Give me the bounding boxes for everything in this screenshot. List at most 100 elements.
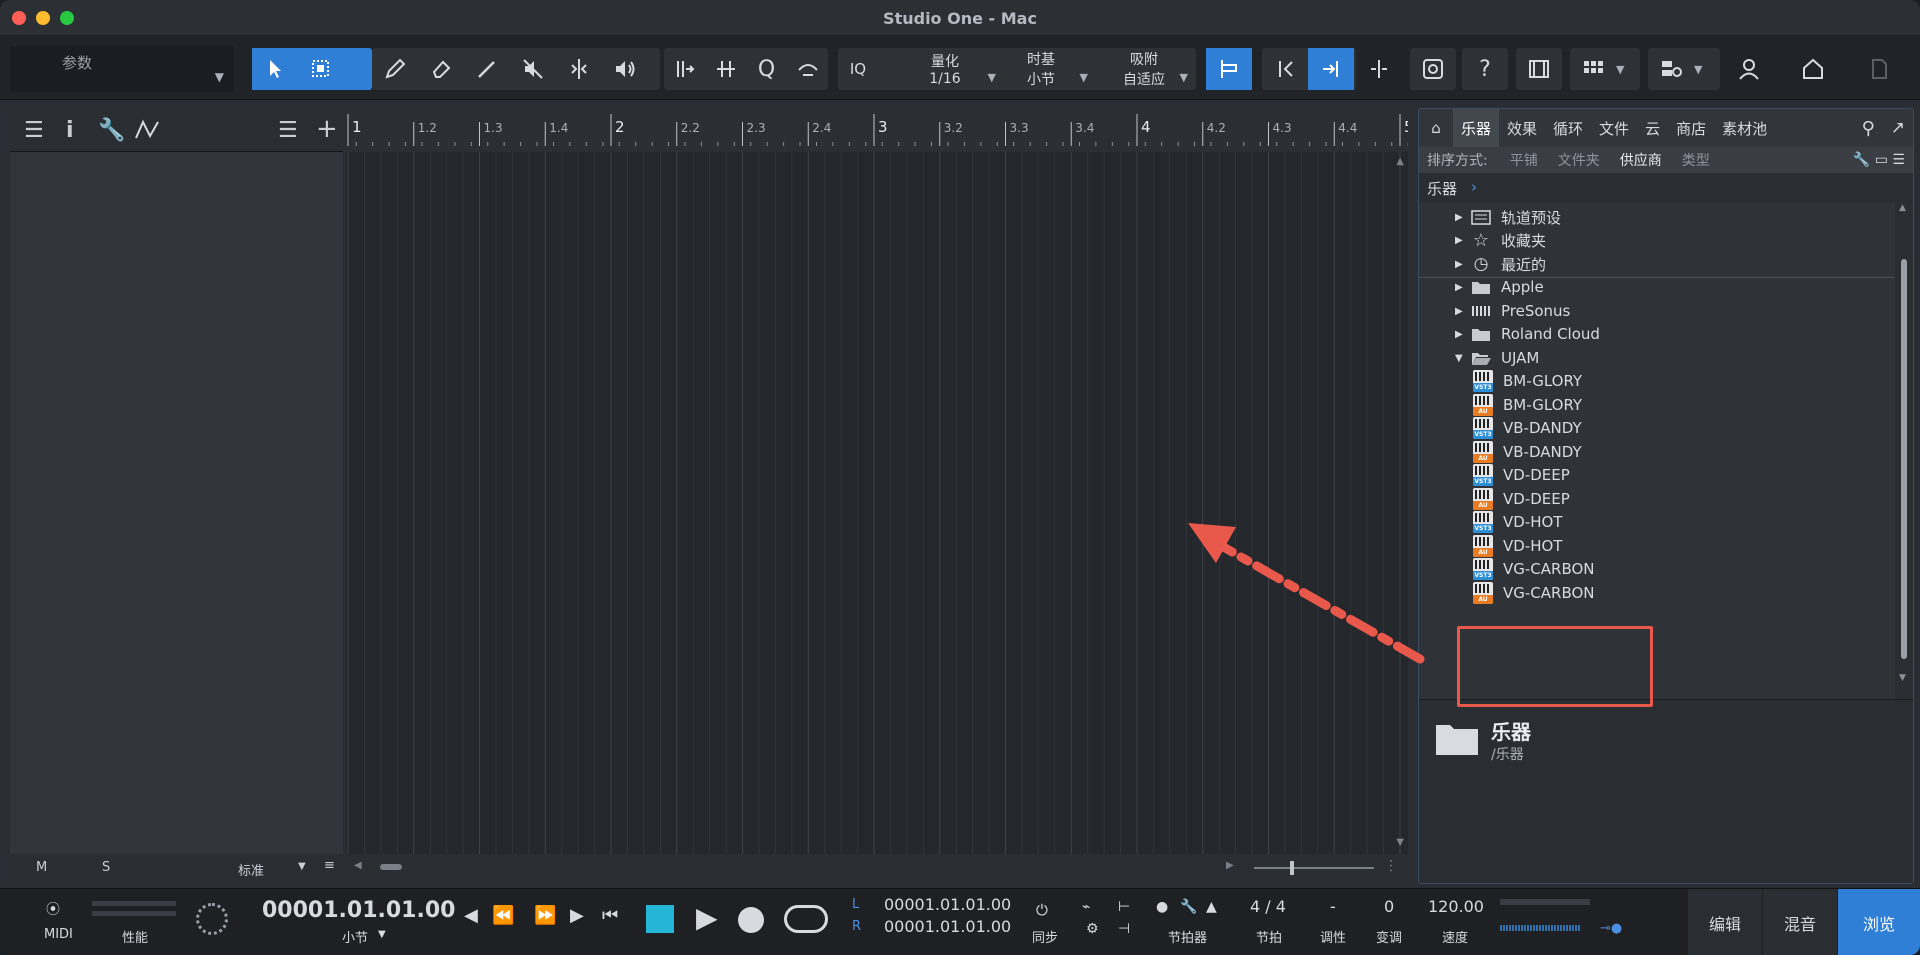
arrange-view[interactable]: ▲ ▼: [346, 152, 1408, 854]
info-icon[interactable]: i: [66, 118, 74, 143]
tab-browse[interactable]: 浏览: [1838, 889, 1920, 955]
menu-icon[interactable]: ≡: [324, 858, 335, 873]
eraser-icon[interactable]: [418, 48, 464, 90]
quantize-q-icon[interactable]: Q: [746, 48, 787, 90]
list-icon[interactable]: ☰: [24, 118, 44, 143]
timeline-ruler[interactable]: 1 1.2 1.3 1.4 2 2.2 2.3 2.4 3 3.2 3.3 3.4 4 4.2 4.3 4.4…: [346, 112, 1414, 152]
tempo-value[interactable]: 120.00: [1428, 897, 1484, 916]
toggle-icon[interactable]: ⊸●: [1600, 921, 1622, 936]
plugin-item[interactable]: AU VG-CARBON: [1471, 579, 1595, 607]
browser-scrollbar[interactable]: ▲ ▼: [1897, 203, 1911, 699]
snap-selector[interactable]: 吸附 自适应 ▼: [1106, 48, 1188, 90]
tab-cloud[interactable]: 云: [1637, 109, 1668, 147]
browser-home-icon[interactable]: ⌂: [1419, 109, 1453, 147]
paint-tool-icon[interactable]: [464, 48, 510, 90]
automation-icon[interactable]: [134, 118, 164, 148]
horizontal-scrollbar[interactable]: ◀ ▶ ⋮: [346, 856, 1408, 880]
snap-to-grid-button[interactable]: [1206, 48, 1252, 90]
loop-start[interactable]: 00001.01.01.00: [884, 895, 1011, 914]
split-tool-icon[interactable]: [556, 48, 602, 90]
scroll-down-icon[interactable]: ▼: [1396, 837, 1404, 848]
play-button[interactable]: ▶: [696, 901, 718, 934]
view-options-icon[interactable]: 🔧 ▭ ☰: [1853, 152, 1905, 168]
split-cursor-icon[interactable]: [1356, 48, 1402, 90]
help-button[interactable]: ?: [1462, 48, 1508, 90]
tab-effects[interactable]: 效果: [1499, 109, 1545, 147]
autoscroll-back-icon[interactable]: [1262, 48, 1308, 90]
parameter-box[interactable]: 参数 ▼: [10, 46, 234, 92]
precount-icon[interactable]: ⌁: [1082, 899, 1090, 915]
rewind-icon[interactable]: ⏪: [492, 905, 514, 926]
scroll-down-icon[interactable]: ▼: [1899, 673, 1906, 683]
punch-icon[interactable]: ⊣: [1118, 921, 1130, 937]
sort-vendor[interactable]: 供应商: [1620, 150, 1662, 170]
time-display[interactable]: 00001.01.01.00: [262, 898, 455, 923]
home-icon[interactable]: [1790, 48, 1836, 90]
settings-icon[interactable]: ⚙: [1086, 921, 1099, 937]
tab-loops[interactable]: 循环: [1545, 109, 1591, 147]
scroll-right-icon[interactable]: ▶: [1226, 860, 1234, 871]
solo-button[interactable]: S: [102, 860, 110, 875]
zoom-slider[interactable]: [1254, 867, 1374, 869]
bend-marker-icon[interactable]: [664, 48, 705, 90]
pencil-icon[interactable]: [372, 48, 418, 90]
stop-button[interactable]: [646, 905, 674, 933]
tab-files[interactable]: 文件: [1591, 109, 1637, 147]
loop-end[interactable]: 00001.01.01.00: [884, 917, 1011, 936]
tab-pool[interactable]: 素材池: [1714, 109, 1775, 147]
return-to-zero-icon[interactable]: ⏮: [602, 905, 618, 926]
scroll-thumb[interactable]: [380, 864, 402, 870]
next-marker-icon[interactable]: ▶: [570, 905, 584, 926]
time-unit[interactable]: 小节: [342, 927, 368, 946]
scroll-thumb[interactable]: [1901, 259, 1907, 659]
power-icon[interactable]: ⏻: [1036, 901, 1048, 919]
sort-flat[interactable]: 平铺: [1510, 150, 1538, 170]
record-button[interactable]: [738, 907, 764, 933]
transient-icon[interactable]: [705, 48, 746, 90]
document-icon[interactable]: [1856, 48, 1902, 90]
target-icon[interactable]: [1410, 48, 1456, 90]
iq-button[interactable]: IQ: [838, 60, 878, 78]
select-tool-button[interactable]: [252, 48, 298, 90]
tab-instruments[interactable]: 乐器: [1453, 109, 1500, 147]
loop-button[interactable]: [784, 905, 828, 933]
grid-icon[interactable]: [1570, 48, 1616, 90]
sort-type[interactable]: 类型: [1682, 150, 1710, 170]
tab-mix[interactable]: 混音: [1763, 889, 1837, 955]
film-icon[interactable]: [1516, 48, 1562, 90]
timebase-selector[interactable]: 时基 小节 ▼: [1000, 48, 1088, 90]
layout-icon[interactable]: [1648, 48, 1694, 90]
sort-folder[interactable]: 文件夹: [1558, 150, 1600, 170]
preroll-icon[interactable]: ⊢: [1118, 899, 1130, 915]
listen-tool-icon[interactable]: [602, 48, 648, 90]
scroll-left-icon[interactable]: ◀: [354, 860, 362, 871]
add-track-icon[interactable]: +: [316, 114, 338, 144]
quantize-selector[interactable]: 量化 1/16 ▼: [900, 48, 996, 90]
autoscroll-follow-button[interactable]: [1308, 48, 1354, 90]
metronome-settings-icon[interactable]: 🔧: [1180, 899, 1197, 915]
user-icon[interactable]: [1726, 48, 1772, 90]
mute-button[interactable]: M: [36, 860, 47, 875]
key-value[interactable]: -: [1330, 897, 1336, 916]
prev-marker-icon[interactable]: ◀: [464, 905, 478, 926]
zoom-menu-icon[interactable]: ⋮: [1384, 858, 1398, 874]
scroll-up-icon[interactable]: ▲: [1899, 203, 1906, 213]
range-tool-button[interactable]: [298, 48, 344, 90]
fast-forward-icon[interactable]: ⏩: [534, 905, 556, 926]
tab-shop[interactable]: 商店: [1668, 109, 1714, 147]
track-list-icon[interactable]: ☰: [278, 118, 298, 143]
popout-icon[interactable]: ↗: [1883, 109, 1913, 147]
transpose-value[interactable]: 0: [1384, 897, 1394, 916]
time-signature[interactable]: 4 / 4: [1250, 897, 1286, 916]
mode-selector[interactable]: 标准: [238, 860, 264, 879]
wrench-icon[interactable]: 🔧: [98, 118, 125, 143]
search-icon[interactable]: ⚲: [1854, 109, 1883, 147]
breadcrumb-root[interactable]: 乐器: [1427, 178, 1457, 199]
scroll-up-icon[interactable]: ▲: [1396, 156, 1404, 167]
humanize-icon[interactable]: [787, 48, 828, 90]
tab-edit[interactable]: 编辑: [1688, 889, 1762, 955]
zoom-slider-thumb[interactable]: [1290, 861, 1294, 875]
mute-tool-icon[interactable]: [510, 48, 556, 90]
metronome-icon[interactable]: ▲: [1206, 899, 1217, 915]
metronome-dot-icon[interactable]: ●: [1156, 899, 1168, 915]
